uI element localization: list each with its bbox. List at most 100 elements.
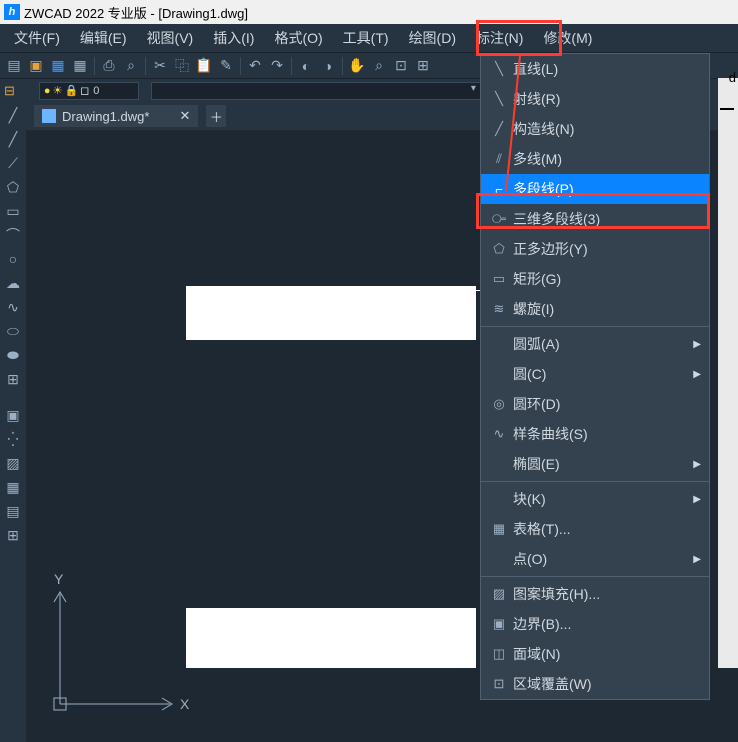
menu-item-arc[interactable]: 圆弧(A)▶ (481, 329, 709, 359)
menu-item-hatch[interactable]: ▨图案填充(H)... (481, 579, 709, 609)
menu-item-rect[interactable]: ▭矩形(G) (481, 264, 709, 294)
menu-dim[interactable]: 标注(N) (466, 24, 533, 52)
redo-icon[interactable]: ↷ (267, 56, 287, 76)
file-icon (42, 109, 56, 123)
cut-icon[interactable]: ✂ (150, 56, 170, 76)
xline-tool-icon[interactable]: ╱ (4, 130, 22, 148)
tool-b-icon[interactable]: ◑ (318, 56, 338, 76)
menu-item-ellipse[interactable]: 椭圆(E)▶ (481, 449, 709, 479)
draw-toolbar: ╱ ╱ ⟋ ⬠ ▭ ⌒ ○ ☁ ∿ ⬭ ⬬ ⊞ ▣ ⁛ ▨ ▦ ▤ ⊞ (0, 102, 26, 742)
block-tool-icon[interactable]: ▣ (4, 406, 22, 424)
wipeout-icon: ⊡ (489, 676, 509, 692)
right-panel-fragment: d (718, 78, 738, 668)
menu-item-point[interactable]: 点(O)▶ (481, 544, 709, 574)
pan-icon[interactable]: ✋ (347, 56, 367, 76)
new-tab-button[interactable]: ＋ (206, 105, 226, 127)
menu-item-circle[interactable]: 圆(C)▶ (481, 359, 709, 389)
app-icon: h (4, 4, 20, 20)
circle-tool-icon[interactable]: ○ (4, 250, 22, 268)
menu-tools[interactable]: 工具(T) (333, 24, 399, 52)
layer-state-dropdown[interactable] (151, 82, 481, 100)
layer-mgr-icon[interactable]: ⊟ (4, 83, 15, 99)
print-icon[interactable]: ⎙ (99, 56, 119, 76)
region-icon: ◫ (489, 646, 509, 662)
menu-insert[interactable]: 插入(I) (203, 24, 264, 52)
point-tool-icon[interactable]: ⁛ (4, 430, 22, 448)
table-tool-icon[interactable]: ⊞ (4, 526, 22, 544)
ucs-x-label: X (180, 696, 190, 712)
spline-tool-icon[interactable]: ∿ (4, 298, 22, 316)
rect-icon: ▭ (489, 271, 509, 287)
open-icon[interactable]: ▣ (26, 56, 46, 76)
preview-icon[interactable]: ⌕ (121, 56, 141, 76)
save-icon[interactable]: ▦ (48, 56, 68, 76)
match-icon[interactable]: ✎ (216, 56, 236, 76)
ucs-y-label: Y (54, 571, 64, 587)
menu-item-table[interactable]: ▦表格(T)... (481, 514, 709, 544)
menu-format[interactable]: 格式(O) (264, 24, 332, 52)
rect-tool-icon[interactable]: ▭ (4, 202, 22, 220)
menu-item-region[interactable]: ◫面域(N) (481, 639, 709, 669)
menu-item-xline[interactable]: ╱构造线(N) (481, 114, 709, 144)
menu-edit[interactable]: 编辑(E) (70, 24, 137, 52)
line-tool-icon[interactable]: ╱ (4, 106, 22, 124)
menu-item-spline[interactable]: ∿样条曲线(S) (481, 419, 709, 449)
polygon-icon: ⬠ (489, 241, 509, 257)
pline-tool-icon[interactable]: ⟋ (4, 154, 22, 172)
mline-icon: ⫽ (489, 151, 509, 167)
ucs-icon: X Y (40, 564, 200, 724)
zoomprev-icon[interactable]: ⊞ (413, 56, 433, 76)
region-tool-icon[interactable]: ▤ (4, 502, 22, 520)
copy-icon[interactable]: ⿻ (172, 56, 192, 76)
ray-icon: ╲ (489, 91, 509, 107)
menu-file[interactable]: 文件(F) (4, 24, 70, 52)
ellipse-tool-icon[interactable]: ⬭ (4, 322, 22, 340)
menu-item-pline3d[interactable]: ⧃三维多段线(3) (481, 204, 709, 234)
menu-item-wipeout[interactable]: ⊡区域覆盖(W) (481, 669, 709, 699)
insert-tool-icon[interactable]: ⊞ (4, 370, 22, 388)
menu-item-mline[interactable]: ⫽多线(M) (481, 144, 709, 174)
arc-tool-icon[interactable]: ⌒ (4, 226, 22, 244)
donut-icon: ◎ (489, 396, 509, 412)
menu-item-ray[interactable]: ╲射线(R) (481, 84, 709, 114)
polygon-tool-icon[interactable]: ⬠ (4, 178, 22, 196)
paste-icon[interactable]: 📋 (194, 56, 214, 76)
menu-item-boundary[interactable]: ▣边界(B)... (481, 609, 709, 639)
layer-dropdown[interactable]: ● ☀ 🔒 ◻ 0 (39, 82, 139, 100)
menu-item-helix[interactable]: ≋螺旋(I) (481, 294, 709, 324)
hatch-tool-icon[interactable]: ▨ (4, 454, 22, 472)
close-tab-icon[interactable]: ✕ (179, 108, 190, 124)
revcloud-tool-icon[interactable]: ☁ (4, 274, 22, 292)
new-icon[interactable]: ▤ (4, 56, 24, 76)
submenu-arrow-icon: ▶ (693, 554, 701, 565)
menu-item-block[interactable]: 块(K)▶ (481, 484, 709, 514)
menu-draw[interactable]: 绘图(D) (399, 24, 466, 52)
helix-icon: ≋ (489, 301, 509, 317)
gradient-tool-icon[interactable]: ▦ (4, 478, 22, 496)
line-icon: ╲ (489, 61, 509, 77)
menu-item-pline[interactable]: ⌐多段线(P) (481, 174, 709, 204)
draw-dropdown: ╲直线(L) ╲射线(R) ╱构造线(N) ⫽多线(M) ⌐多段线(P) ⧃三维… (480, 53, 710, 700)
submenu-arrow-icon: ▶ (693, 494, 701, 505)
tool-a-icon[interactable]: ◐ (296, 56, 316, 76)
panel-line (720, 108, 734, 110)
menu-item-polygon[interactable]: ⬠正多边形(Y) (481, 234, 709, 264)
submenu-arrow-icon: ▶ (693, 339, 701, 350)
zoomwin-icon[interactable]: ⊡ (391, 56, 411, 76)
window-title: ZWCAD 2022 专业版 - [Drawing1.dwg] (24, 3, 248, 22)
pline-icon: ⌐ (489, 182, 509, 197)
spline-icon: ∿ (489, 426, 509, 442)
ellipsearc-tool-icon[interactable]: ⬬ (4, 346, 22, 364)
title-bar: h ZWCAD 2022 专业版 - [Drawing1.dwg] (0, 0, 738, 24)
zoom-icon[interactable]: ⌕ (369, 56, 389, 76)
undo-icon[interactable]: ↶ (245, 56, 265, 76)
submenu-arrow-icon: ▶ (693, 369, 701, 380)
menu-item-donut[interactable]: ◎圆环(D) (481, 389, 709, 419)
doc-tab[interactable]: Drawing1.dwg* ✕ (34, 105, 198, 127)
saveas-icon[interactable]: ▦ (70, 56, 90, 76)
boundary-icon: ▣ (489, 616, 509, 632)
menu-modify[interactable]: 修改(M) (533, 24, 602, 52)
menu-item-line[interactable]: ╲直线(L) (481, 54, 709, 84)
drawing-object-2 (186, 608, 476, 668)
menu-view[interactable]: 视图(V) (137, 24, 204, 52)
